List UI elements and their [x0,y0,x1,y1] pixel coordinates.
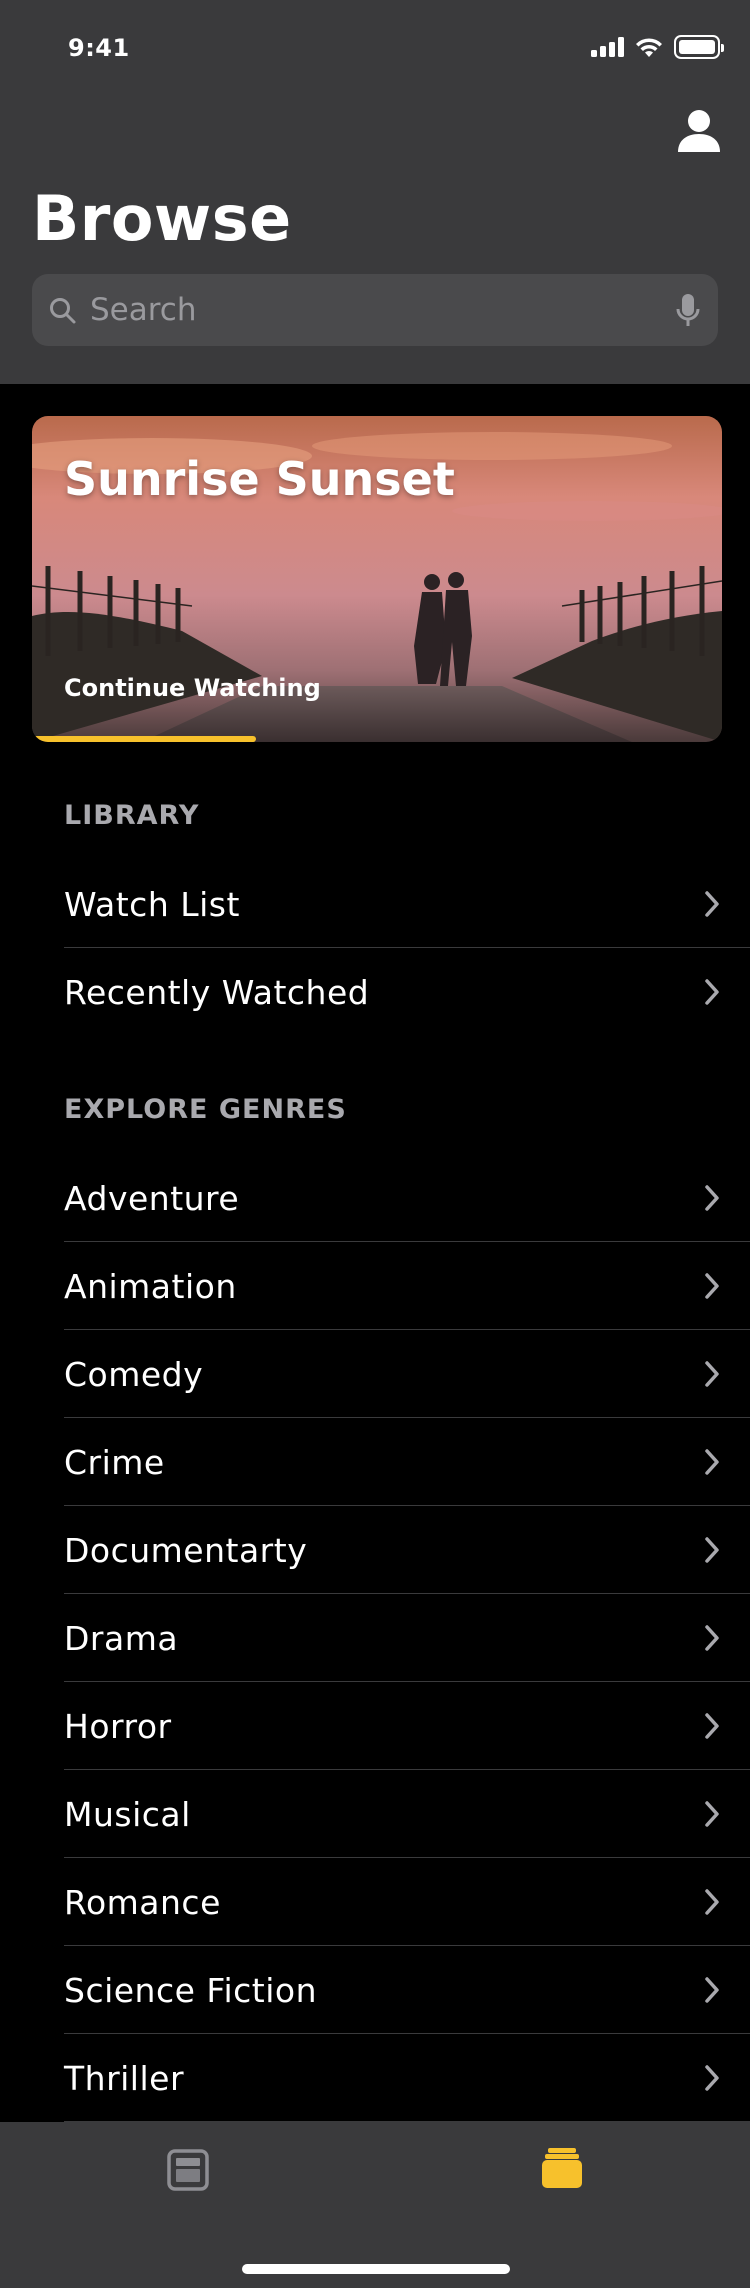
search-input[interactable] [90,274,650,346]
chevron-right-icon [705,979,719,1005]
chevron-right-icon [705,1273,719,1299]
page-title: Browse [32,182,292,255]
list-item-label: Musical [64,1794,191,1834]
genre-item-musical[interactable]: Musical [64,1770,750,1858]
list-item-label: Horror [64,1706,172,1746]
feature-title: Sunrise Sunset [64,452,455,506]
chevron-right-icon [705,1185,719,1211]
genre-item-animation[interactable]: Animation [64,1242,750,1330]
chevron-right-icon [705,1713,719,1739]
list-item-label: Watch List [64,884,240,924]
list-item-label: Animation [64,1266,237,1306]
chevron-right-icon [705,1977,719,2003]
chevron-right-icon [705,1361,719,1387]
browse-icon[interactable] [166,2148,210,2192]
genre-item-crime[interactable]: Crime [64,1418,750,1506]
list-item-label: Recently Watched [64,972,370,1012]
watch-progress-fill [32,736,257,742]
list-item-label: Comedy [64,1354,204,1394]
chevron-right-icon [705,1801,719,1827]
battery-icon [674,35,724,59]
home-indicator [242,2264,510,2274]
profile-icon[interactable] [676,108,722,154]
genre-item-thriller[interactable]: Thriller [64,2034,750,2122]
library-stack-icon[interactable] [540,2146,584,2190]
genre-item-romance[interactable]: Romance [64,1858,750,1946]
genre-item-drama[interactable]: Drama [64,1594,750,1682]
search-bar[interactable] [32,274,718,346]
status-time: 9:41 [68,34,130,62]
list-item-label: Romance [64,1882,221,1922]
genres-header: EXPLORE GENRES [64,1094,347,1125]
library-list: Watch List Recently Watched [64,860,750,1036]
search-icon [50,298,76,324]
chevron-right-icon [705,1625,719,1651]
list-item-label: Documentarty [64,1530,308,1570]
continue-watching-card[interactable]: Sunrise Sunset Continue Watching [32,416,722,742]
list-item-label: Crime [64,1442,165,1482]
cellular-signal-icon [591,37,624,57]
genres-list: Adventure Animation Comedy Crime Documen… [64,1154,750,2122]
list-item-label: Drama [64,1618,179,1658]
list-item-label: Science Fiction [64,1970,318,2010]
chevron-right-icon [705,1889,719,1915]
status-icons [591,34,724,60]
genre-item-documentary[interactable]: Documentarty [64,1506,750,1594]
tab-bar [0,2122,750,2288]
chevron-right-icon [705,1449,719,1475]
library-item-watch-list[interactable]: Watch List [64,860,750,948]
wifi-icon [636,38,662,57]
list-item-label: Thriller [64,2058,185,2098]
chevron-right-icon [705,1537,719,1563]
continue-watching-label: Continue Watching [64,674,321,702]
chevron-right-icon [705,891,719,917]
header: 9:41 Browse [0,0,750,384]
genre-item-adventure[interactable]: Adventure [64,1154,750,1242]
library-item-recently-watched[interactable]: Recently Watched [64,948,750,1036]
genre-item-horror[interactable]: Horror [64,1682,750,1770]
genre-item-science-fiction[interactable]: Science Fiction [64,1946,750,2034]
genre-item-comedy[interactable]: Comedy [64,1330,750,1418]
list-item-label: Adventure [64,1178,240,1218]
library-header: LIBRARY [64,800,200,831]
microphone-icon[interactable] [674,292,702,330]
chevron-right-icon [705,2065,719,2091]
watch-progress-bar [32,736,722,742]
